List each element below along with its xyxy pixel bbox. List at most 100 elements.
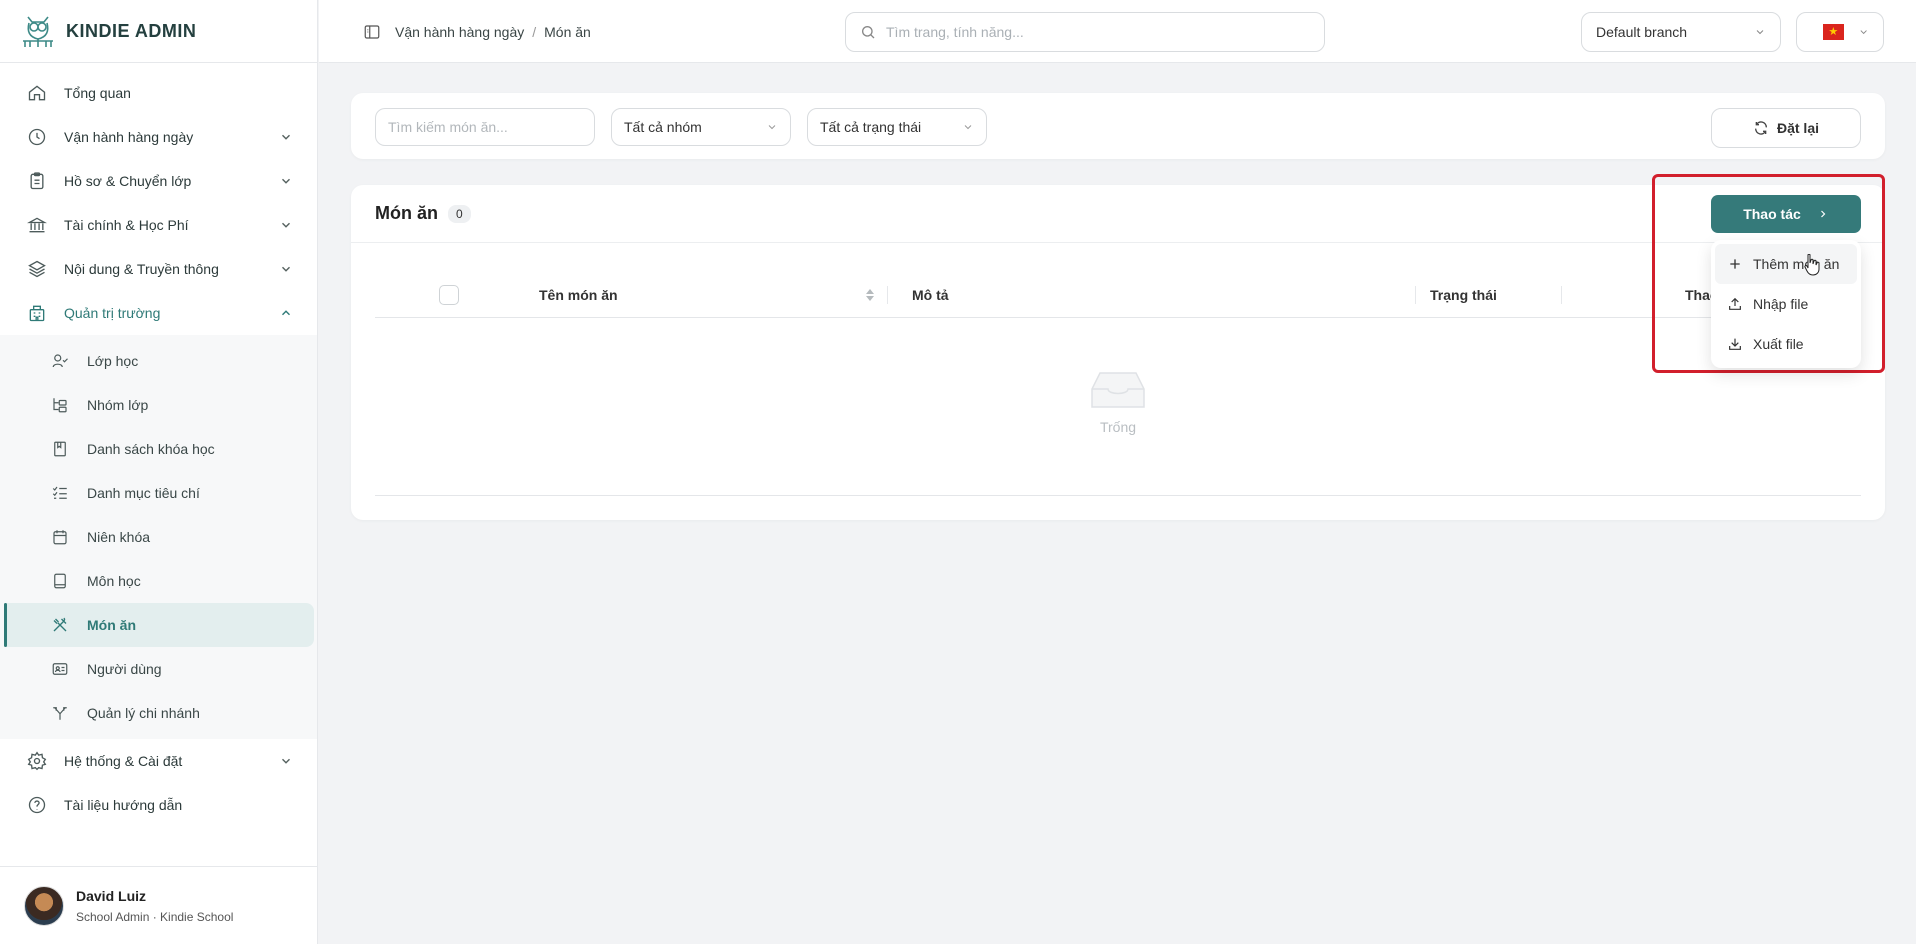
sidebar-item-label: Người dùng: [87, 661, 162, 677]
help-circle-icon: [28, 796, 46, 814]
sidebar-item-docs[interactable]: Tài liệu hướng dẫn: [0, 783, 317, 827]
mouse-pointer-icon: [1804, 254, 1820, 276]
checklist-icon: [52, 486, 67, 499]
select-all-checkbox[interactable]: [439, 285, 459, 305]
menu-item-label: Thêm món ăn: [1753, 256, 1840, 272]
breadcrumb-parent[interactable]: Vận hành hàng ngày: [395, 24, 524, 40]
global-search-input[interactable]: [886, 24, 1306, 40]
id-card-icon: [52, 663, 68, 675]
sidebar-item-criteria[interactable]: Danh mục tiêu chí: [0, 471, 314, 515]
sidebar: KINDIE ADMIN Tổng quan Vận hành hàng ngà…: [0, 0, 318, 944]
breadcrumb: Vận hành hàng ngày / Món ăn: [363, 0, 591, 63]
branch-select[interactable]: Default branch: [1581, 12, 1781, 52]
sidebar-item-label: Vận hành hàng ngày: [64, 129, 194, 145]
sidebar-item-label: Hệ thống & Cài đặt: [64, 753, 183, 769]
split-icon: [53, 707, 67, 720]
sidebar-item-label: Lớp học: [87, 353, 139, 369]
clock-icon: [28, 128, 46, 146]
sidebar-item-content[interactable]: Nội dung & Truyền thông: [0, 247, 317, 291]
bank-icon: [27, 217, 47, 233]
upload-icon: [1729, 297, 1741, 310]
sidebar-toggle-icon[interactable]: [363, 23, 381, 41]
empty-state-text: Trống: [1099, 419, 1137, 435]
menu-item-export-file[interactable]: Xuất file: [1711, 324, 1861, 364]
sidebar-item-label: Môn học: [87, 573, 141, 589]
user-name: David Luiz: [76, 887, 147, 904]
search-icon: [862, 26, 875, 39]
dish-search-input[interactable]: [388, 119, 578, 135]
building-icon: [29, 305, 45, 322]
column-divider: [1415, 286, 1416, 304]
sort-icon[interactable]: [865, 288, 875, 302]
sidebar-item-overview[interactable]: Tổng quan: [0, 71, 317, 115]
table-bottom-divider: [375, 495, 1861, 496]
actions-button[interactable]: Thao tác: [1711, 195, 1861, 233]
status-filter-select[interactable]: Tất cả trạng thái: [807, 108, 987, 146]
book-icon: [54, 573, 66, 589]
sidebar-item-school-year[interactable]: Niên khóa: [0, 515, 314, 559]
user-check-icon: [52, 354, 68, 368]
global-search[interactable]: [845, 12, 1325, 52]
sidebar-item-label: Quản trị trường: [64, 305, 161, 321]
group-filter-value: Tất cả nhóm: [624, 119, 702, 135]
calendar-icon: [53, 530, 67, 545]
filter-bar: Tất cả nhóm Tất cả trạng thái Đặt lại: [351, 93, 1885, 159]
sidebar-item-label: Hồ sơ & Chuyển lớp: [64, 173, 192, 189]
actions-menu: Thêm món ăn Nhập file Xuất file: [1711, 240, 1861, 368]
actions-button-label: Thao tác: [1743, 206, 1801, 222]
sidebar-item-users[interactable]: Người dùng: [0, 647, 314, 691]
avatar: [24, 885, 64, 926]
menu-item-add-dish[interactable]: Thêm món ăn: [1715, 244, 1857, 284]
table-header: Tên món ăn Mô tả Trạng thái Thao: [375, 272, 1861, 318]
sidebar-item-daily-ops[interactable]: Vận hành hàng ngày: [0, 115, 317, 159]
sidebar-item-settings[interactable]: Hệ thống & Cài đặt: [0, 739, 317, 783]
column-header-label: Mô tả: [912, 287, 949, 303]
breadcrumb-separator: /: [532, 23, 537, 40]
vietnam-flag-icon: ★: [1823, 24, 1844, 40]
empty-inbox-icon: [1091, 372, 1145, 408]
chevron-down-icon: [282, 266, 290, 272]
sidebar-item-subjects[interactable]: Môn học: [0, 559, 314, 603]
column-dish-name[interactable]: Tên món ăn: [539, 272, 875, 318]
sidebar-item-finance[interactable]: Tài chính & Học Phí: [0, 203, 317, 247]
sidebar-item-class-groups[interactable]: Nhóm lớp: [0, 383, 314, 427]
chevron-down-icon: [1756, 30, 1764, 35]
sidebar-item-label: Món ăn: [87, 617, 136, 633]
brand[interactable]: KINDIE ADMIN: [0, 0, 317, 63]
download-icon: [1729, 338, 1741, 350]
refresh-icon: [1754, 121, 1767, 135]
language-select[interactable]: ★: [1796, 12, 1884, 52]
sidebar-item-courses[interactable]: Danh sách khóa học: [0, 427, 314, 471]
dish-search-field[interactable]: [375, 108, 595, 146]
sidebar-item-records[interactable]: Hồ sơ & Chuyển lớp: [0, 159, 317, 203]
plus-icon: [1730, 259, 1740, 269]
sidebar-item-branches[interactable]: Quản lý chi nhánh: [0, 691, 314, 735]
sidebar-item-classes[interactable]: Lớp học: [0, 339, 314, 383]
breadcrumb-current: Món ăn: [544, 23, 591, 40]
tree-icon: [53, 398, 67, 413]
book-bookmark-icon: [54, 441, 66, 457]
reset-button-label: Đặt lại: [1776, 120, 1819, 136]
sidebar-item-school-admin[interactable]: Quản trị trường: [0, 291, 317, 335]
menu-item-import-file[interactable]: Nhập file: [1711, 284, 1861, 324]
sidebar-item-label: Quản lý chi nhánh: [87, 705, 200, 721]
sidebar-item-dishes[interactable]: Món ăn: [4, 603, 314, 647]
menu-item-label: Nhập file: [1753, 296, 1809, 312]
sidebar-item-label: Nội dung & Truyền thông: [64, 261, 219, 277]
reset-button[interactable]: Đặt lại: [1711, 108, 1861, 148]
utensils-crossed-icon: [53, 617, 67, 632]
user-profile[interactable]: David Luiz School Admin · Kindie School: [0, 866, 318, 944]
chevron-right-icon: [1820, 210, 1826, 218]
column-header-label: Tên món ăn: [539, 287, 618, 303]
brand-name: KINDIE ADMIN: [66, 20, 197, 41]
owl-logo-icon: [23, 16, 53, 47]
menu-item-label: Xuất file: [1753, 336, 1804, 352]
school-admin-subnav: Lớp học Nhóm lớp Danh sách khóa học Danh…: [0, 335, 317, 739]
branch-select-value: Default branch: [1596, 24, 1688, 40]
sidebar-item-label: Danh sách khóa học: [87, 441, 215, 457]
user-role: School Admin · Kindie School: [76, 909, 234, 924]
empty-state: Trống: [351, 369, 1885, 435]
chevron-down-icon: [282, 178, 290, 184]
chevron-up-icon: [282, 310, 290, 316]
group-filter-select[interactable]: Tất cả nhóm: [611, 108, 791, 146]
